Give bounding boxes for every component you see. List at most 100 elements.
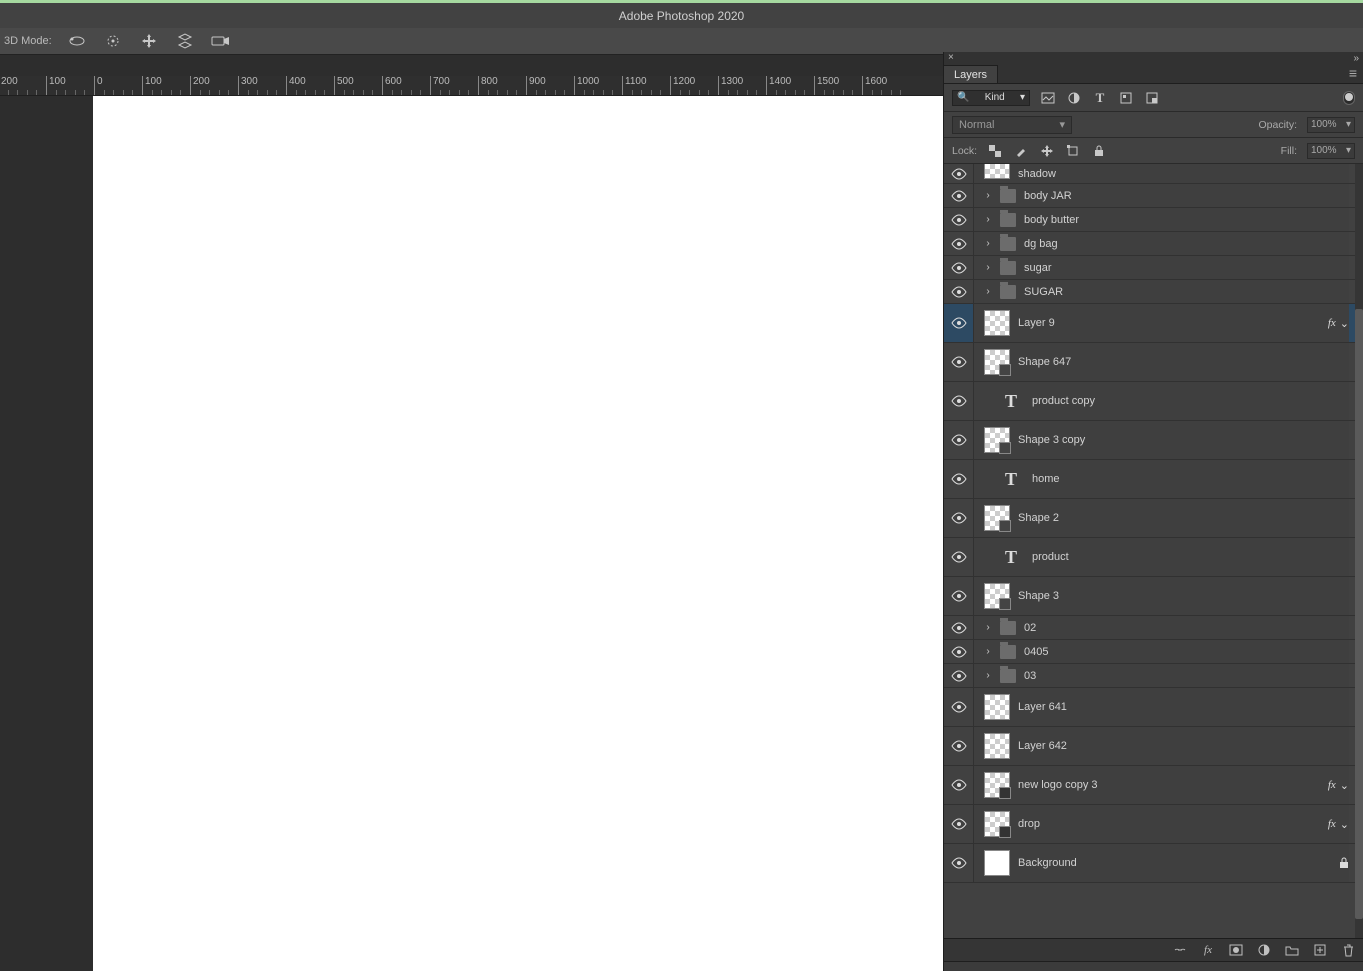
layer-row-body[interactable]: › body butter (974, 208, 1349, 231)
expand-chevron-icon[interactable]: › (984, 238, 992, 249)
layer-row[interactable]: ›0405 (944, 640, 1355, 664)
layer-visibility-toggle[interactable] (944, 844, 974, 882)
filter-toggle[interactable] (1343, 91, 1355, 105)
layer-row-body[interactable]: Background (974, 844, 1349, 882)
layer-visibility-toggle[interactable] (944, 688, 974, 726)
fill-input[interactable]: 100% ▾ (1307, 143, 1355, 159)
layer-row[interactable]: Shape 2 (944, 499, 1355, 538)
layer-name[interactable]: home (1032, 473, 1060, 485)
layer-row[interactable]: Shape 3 (944, 577, 1355, 616)
lock-position-icon[interactable] (1039, 145, 1055, 157)
layer-name[interactable]: shadow (1018, 168, 1056, 180)
layer-row[interactable]: dropfx⌄ (944, 805, 1355, 844)
layer-row-body[interactable]: Tproduct (974, 538, 1349, 576)
layer-row[interactable]: shadow (944, 164, 1355, 184)
lock-artboard-icon[interactable] (1065, 145, 1081, 157)
layer-row[interactable]: new logo copy 3fx⌄ (944, 766, 1355, 805)
pixel-filter-icon[interactable] (1040, 92, 1056, 104)
layer-row[interactable]: › dg bag (944, 232, 1355, 256)
layer-row[interactable]: ›body JAR (944, 184, 1355, 208)
layer-row-body[interactable]: ›sugar (974, 256, 1349, 279)
layer-row-body[interactable]: Shape 3 (974, 577, 1349, 615)
layer-visibility-toggle[interactable] (944, 616, 974, 639)
layer-row-body[interactable]: Tproduct copy (974, 382, 1349, 420)
opacity-input[interactable]: 100% ▾ (1307, 117, 1355, 133)
adjustment-filter-icon[interactable] (1066, 92, 1082, 104)
layer-visibility-toggle[interactable] (944, 805, 974, 843)
expand-chevron-icon[interactable]: › (984, 214, 992, 225)
slide-3d-icon[interactable] (174, 32, 196, 50)
fx-badge[interactable]: fx (1328, 818, 1336, 830)
layer-visibility-toggle[interactable] (944, 232, 974, 255)
layer-name[interactable]: SUGAR (1024, 286, 1063, 298)
layer-visibility-toggle[interactable] (944, 727, 974, 765)
layer-row[interactable]: › body butter (944, 208, 1355, 232)
lock-transparency-icon[interactable] (987, 145, 1003, 157)
layer-row[interactable]: Shape 3 copy (944, 421, 1355, 460)
layer-visibility-toggle[interactable] (944, 538, 974, 576)
layer-row[interactable]: ›03 (944, 664, 1355, 688)
layer-visibility-toggle[interactable] (944, 208, 974, 231)
layer-visibility-toggle[interactable] (944, 280, 974, 303)
layer-visibility-toggle[interactable] (944, 343, 974, 381)
layer-row-body[interactable]: shadow (974, 164, 1349, 183)
layer-row[interactable]: Layer 9 fx ⌄ (944, 304, 1355, 343)
layer-name[interactable]: Layer 642 (1018, 740, 1067, 752)
layer-row[interactable]: Tproduct copy (944, 382, 1355, 421)
layer-row-body[interactable]: Layer 642 (974, 727, 1349, 765)
layer-row-body[interactable]: ›02 (974, 616, 1349, 639)
collapse-icon[interactable]: » (1353, 53, 1359, 64)
chevron-down-icon[interactable]: ⌄ (1340, 779, 1349, 792)
fx-badge[interactable]: fx (1328, 317, 1336, 329)
layer-row[interactable]: ›sugar (944, 256, 1355, 280)
delete-layer-icon[interactable] (1341, 944, 1355, 957)
layer-name[interactable]: Shape 2 (1018, 512, 1059, 524)
layer-row-body[interactable]: ›0405 (974, 640, 1349, 663)
layer-row-body[interactable]: › SUGAR (974, 280, 1349, 303)
layer-row-body[interactable]: Shape 647 (974, 343, 1349, 381)
layer-effects-icon[interactable]: fx (1201, 944, 1215, 956)
layer-row-body[interactable]: dropfx⌄ (974, 805, 1349, 843)
layer-mask-icon[interactable] (1229, 944, 1243, 956)
filter-kind-select[interactable]: 🔍 Kind ▾ (952, 90, 1030, 106)
layer-visibility-toggle[interactable] (944, 164, 974, 183)
close-icon[interactable]: × (948, 53, 954, 63)
scrollbar-thumb[interactable] (1355, 309, 1363, 919)
layer-name[interactable]: Background (1018, 857, 1077, 869)
layer-visibility-toggle[interactable] (944, 664, 974, 687)
layer-name[interactable]: body JAR (1024, 190, 1072, 202)
orbit-3d-icon[interactable] (66, 32, 88, 50)
layer-row-body[interactable]: new logo copy 3fx⌄ (974, 766, 1349, 804)
layer-visibility-toggle[interactable] (944, 766, 974, 804)
layer-row[interactable]: ›02 (944, 616, 1355, 640)
layer-name[interactable]: new logo copy 3 (1018, 779, 1098, 791)
scrollbar[interactable] (1355, 164, 1363, 938)
new-layer-icon[interactable] (1313, 944, 1327, 956)
layer-row-body[interactable]: Shape 3 copy (974, 421, 1349, 459)
smartobject-filter-icon[interactable] (1144, 92, 1160, 104)
layer-name[interactable]: body butter (1024, 214, 1079, 226)
link-layers-icon[interactable] (1173, 945, 1187, 955)
layer-name[interactable]: dg bag (1024, 238, 1058, 250)
roll-3d-icon[interactable] (102, 32, 124, 50)
layer-row[interactable]: Thome (944, 460, 1355, 499)
expand-chevron-icon[interactable]: › (984, 622, 992, 633)
layer-name[interactable]: Layer 9 (1018, 317, 1055, 329)
layer-visibility-toggle[interactable] (944, 256, 974, 279)
shape-filter-icon[interactable] (1118, 92, 1134, 104)
chevron-down-icon[interactable]: ⌄ (1340, 317, 1349, 330)
expand-chevron-icon[interactable]: › (984, 286, 992, 297)
layer-row[interactable]: Layer 641 (944, 688, 1355, 727)
layer-visibility-toggle[interactable] (944, 184, 974, 207)
chevron-down-icon[interactable]: ⌄ (1340, 818, 1349, 831)
new-group-icon[interactable] (1285, 945, 1299, 956)
blend-mode-select[interactable]: Normal ▾ (952, 116, 1072, 134)
expand-chevron-icon[interactable]: › (984, 262, 992, 273)
layer-row-body[interactable]: Layer 9 fx ⌄ (974, 304, 1349, 342)
layer-name[interactable]: Shape 3 (1018, 590, 1059, 602)
type-filter-icon[interactable]: T (1092, 90, 1108, 106)
layer-row-body[interactable]: ›body JAR (974, 184, 1349, 207)
layer-visibility-toggle[interactable] (944, 640, 974, 663)
layer-row[interactable]: Tproduct (944, 538, 1355, 577)
tab-layers[interactable]: Layers (944, 65, 998, 83)
